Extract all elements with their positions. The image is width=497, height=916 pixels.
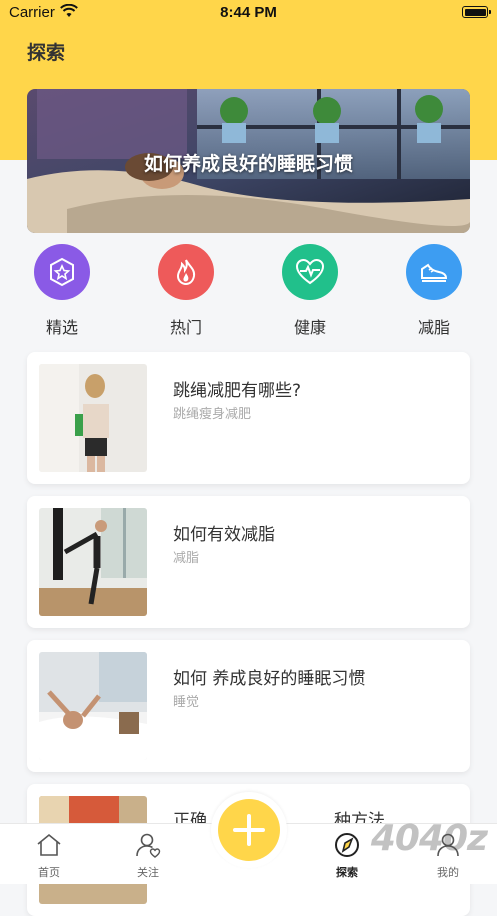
status-bar: Carrier 8:44 PM: [0, 0, 497, 26]
article-thumbnail: [39, 364, 147, 472]
status-time: 8:44 PM: [220, 4, 277, 21]
star-badge-icon: [34, 244, 90, 300]
home-icon: [37, 833, 61, 856]
page-title: 探索: [27, 42, 66, 64]
tab-label: 首页: [38, 866, 60, 879]
article-thumbnail: [39, 508, 147, 616]
battery-icon: [462, 6, 491, 18]
tab-follow[interactable]: 关注: [118, 832, 178, 880]
category-featured[interactable]: 精选: [22, 244, 102, 338]
category-health[interactable]: 健康: [270, 244, 350, 338]
article-card[interactable]: 跳绳减肥有哪些? 跳绳瘦身减肥: [27, 352, 470, 484]
user-heart-icon: [136, 833, 161, 858]
sneaker-icon: [406, 244, 462, 300]
heart-pulse-icon: [282, 244, 338, 300]
article-title: 如何 养成良好的睡眠习惯: [173, 669, 366, 689]
article-title: 如何有效减脂: [173, 525, 275, 545]
banner-title: 如何养成良好的睡眠习惯: [143, 153, 353, 175]
tab-explore[interactable]: 探索: [317, 832, 377, 880]
article-title: 跳绳减肥有哪些?: [173, 381, 302, 401]
category-label: 精选: [45, 318, 78, 337]
tab-home[interactable]: 首页: [19, 832, 79, 880]
category-fat-loss[interactable]: 减脂: [394, 244, 474, 338]
category-label: 热门: [169, 318, 202, 337]
category-hot[interactable]: 热门: [146, 244, 226, 338]
article-subtitle: 睡觉: [173, 695, 200, 710]
category-label: 减脂: [417, 318, 450, 337]
tab-label: 关注: [137, 866, 159, 879]
article-subtitle: 减脂: [173, 551, 200, 566]
tab-label: 探索: [336, 866, 358, 879]
article-card[interactable]: 如何 养成良好的睡眠习惯 睡觉: [27, 640, 470, 772]
article-thumbnail: [39, 652, 147, 760]
watermark-logo: 4040z: [370, 818, 488, 859]
compass-icon: [335, 833, 359, 857]
category-label: 健康: [293, 318, 326, 337]
tab-label: 我的: [437, 866, 459, 879]
banner[interactable]: 如何养成良好的睡眠习惯: [27, 89, 470, 233]
add-button[interactable]: [218, 799, 280, 861]
fire-icon: [158, 244, 214, 300]
article-subtitle: 跳绳瘦身减肥: [173, 407, 252, 422]
article-card[interactable]: 如何有效减脂 减脂: [27, 496, 470, 628]
plus-icon: [233, 814, 265, 846]
